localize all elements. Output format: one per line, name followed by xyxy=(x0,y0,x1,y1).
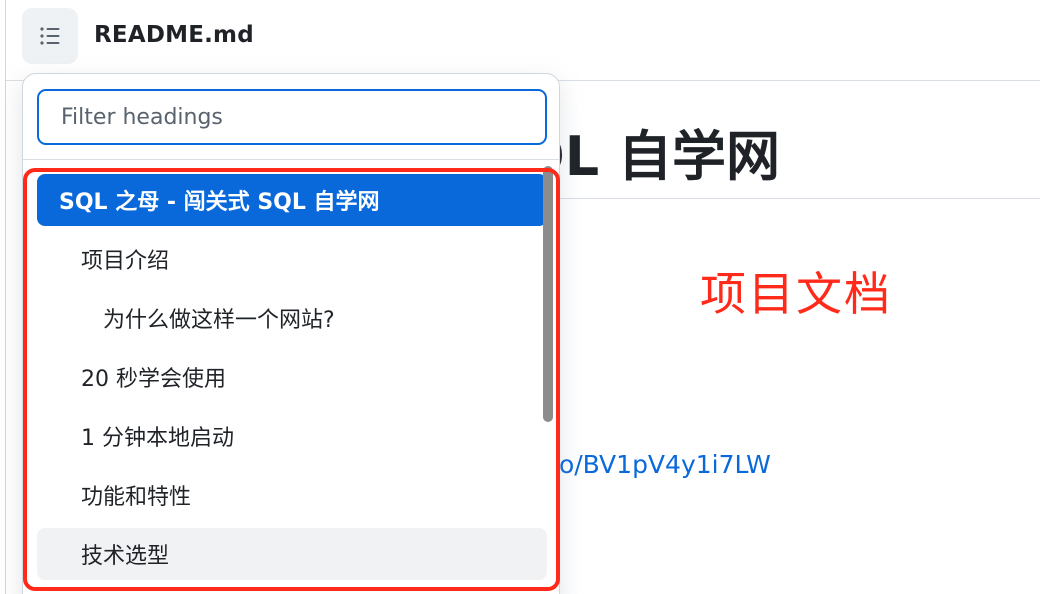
toc-heading-label: 1 分钟本地启动 xyxy=(81,426,234,451)
toc-heading-item[interactable]: 项目介绍 xyxy=(37,233,547,285)
video-link[interactable]: ........eo/BV1pV4y1i7LW xyxy=(480,450,1040,479)
toc-heading-label: 项目介绍 xyxy=(81,249,170,274)
toc-scrollbar-thumb[interactable] xyxy=(543,166,553,422)
toc-heading-label: 技术选型 xyxy=(81,544,170,569)
toc-heading-item[interactable]: 20 秒学会使用 xyxy=(37,351,547,403)
left-sidebar-edge xyxy=(0,0,6,594)
toc-dropdown-panel: SQL 之母 - 闯关式 SQL 自学网项目介绍为什么做这样一个网站? 20 秒学… xyxy=(22,73,560,594)
file-name: README.md xyxy=(94,22,254,48)
readme-title: SQL 自学网 xyxy=(480,125,781,188)
panel-divider xyxy=(23,159,559,160)
title-divider xyxy=(480,198,1040,199)
toc-heading-item[interactable]: SQL 之母 - 闯关式 SQL 自学网 xyxy=(37,174,547,226)
toc-scrollbar[interactable] xyxy=(541,166,553,594)
heading-list: SQL 之母 - 闯关式 SQL 自学网项目介绍为什么做这样一个网站? 20 秒学… xyxy=(37,174,547,587)
list-unordered-icon xyxy=(40,27,60,45)
toc-heading-item[interactable]: 1 分钟本地启动 xyxy=(37,410,547,462)
toc-heading-label: 为什么做这样一个网站? xyxy=(103,308,335,333)
video-link-text[interactable]: eo/BV1pV4y1i7LW xyxy=(544,450,771,479)
toc-heading-label: 功能和特性 xyxy=(81,485,192,510)
toc-heading-item[interactable]: 为什么做这样一个网站? xyxy=(37,292,547,344)
toc-toggle-button[interactable] xyxy=(22,8,78,64)
filter-headings-field[interactable] xyxy=(37,89,547,145)
toc-heading-item[interactable]: 功能和特性 xyxy=(37,469,547,521)
toc-heading-label: SQL 之母 - 闯关式 SQL 自学网 xyxy=(59,190,380,215)
toc-heading-item[interactable]: 技术选型 xyxy=(37,528,547,580)
annotation-label: 项目文档 xyxy=(700,267,892,321)
toc-heading-label: 20 秒学会使用 xyxy=(81,367,226,392)
filter-headings-input[interactable] xyxy=(39,91,545,143)
